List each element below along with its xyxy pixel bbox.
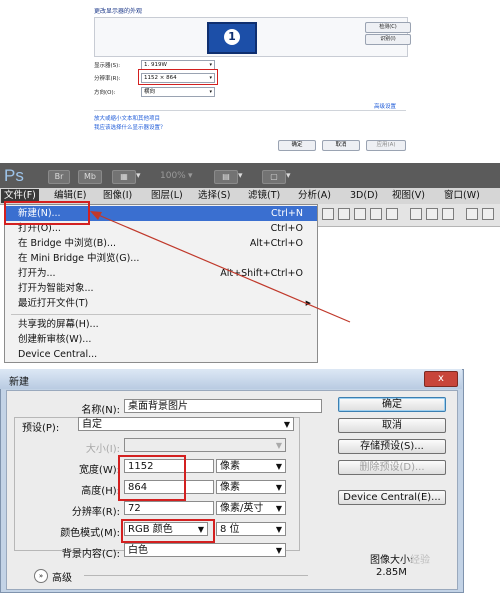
bit-depth-value: 8 位: [220, 524, 240, 535]
size-select[interactable]: ▼: [124, 438, 286, 452]
delete-preset-button[interactable]: 删除预设(D)...: [338, 460, 446, 475]
height-unit-select[interactable]: 像素 ▼: [216, 480, 286, 494]
ok-button[interactable]: 确定: [338, 397, 446, 412]
chevron-down-icon: ▼: [283, 420, 290, 429]
preset-select[interactable]: 自定 ▼: [78, 417, 294, 431]
divider: [84, 575, 308, 576]
arrow-head: [90, 211, 102, 220]
name-label: 名称(N):: [81, 405, 120, 416]
chevron-down-icon: ▼: [275, 546, 282, 555]
arrow-line: [95, 213, 351, 323]
width-unit-select[interactable]: 像素 ▼: [216, 459, 286, 473]
background-value: 白色: [128, 545, 148, 556]
height-unit: 像素: [220, 482, 240, 493]
close-button[interactable]: x: [424, 371, 458, 387]
chevron-down-icon: ▼: [275, 441, 282, 450]
advanced-label: 高级: [52, 573, 72, 584]
bit-depth-select[interactable]: 8 位 ▼: [216, 522, 286, 536]
highlight-width-height: [118, 455, 186, 501]
resolution-unit-select[interactable]: 像素/英寸 ▼: [216, 501, 286, 515]
dialog-titlebar: [0, 369, 462, 389]
size-label: 大小(I):: [85, 444, 120, 455]
watermark: 经验: [410, 555, 430, 566]
new-document-dialog: 新建 x 名称(N): 桌面背景图片 预设(P): 自定 ▼ 大小(I): ▼ …: [0, 369, 464, 593]
expand-icon[interactable]: »: [34, 569, 48, 583]
width-unit: 像素: [220, 461, 240, 472]
preset-label: 预设(P):: [22, 419, 78, 434]
height-label: 高度(H):: [81, 486, 120, 497]
width-label: 宽度(W):: [78, 465, 120, 476]
chevron-down-icon: ▼: [275, 462, 282, 471]
device-central-button[interactable]: Device Central(E)...: [338, 490, 446, 505]
background-select[interactable]: 白色 ▼: [124, 543, 286, 557]
image-size-label: 图像大小:: [370, 555, 414, 566]
image-size-value: 2.85M: [376, 567, 407, 578]
dialog-title: 新建: [9, 377, 29, 388]
chevron-down-icon: ▼: [275, 504, 282, 513]
resolution-input[interactable]: 72: [124, 501, 214, 515]
background-label: 背景内容(C):: [61, 549, 120, 560]
name-input[interactable]: 桌面背景图片: [124, 399, 322, 413]
preset-value: 自定: [82, 419, 102, 430]
chevron-down-icon: ▼: [275, 525, 282, 534]
chevron-down-icon: ▼: [275, 483, 282, 492]
resolution-label: 分辨率(R):: [71, 507, 120, 518]
save-preset-button[interactable]: 存储预设(S)...: [338, 439, 446, 454]
cancel-button[interactable]: 取消: [338, 418, 446, 433]
color-mode-label: 颜色模式(M):: [60, 528, 120, 539]
highlight-color-mode: [121, 519, 215, 543]
resolution-unit: 像素/英寸: [220, 503, 264, 514]
